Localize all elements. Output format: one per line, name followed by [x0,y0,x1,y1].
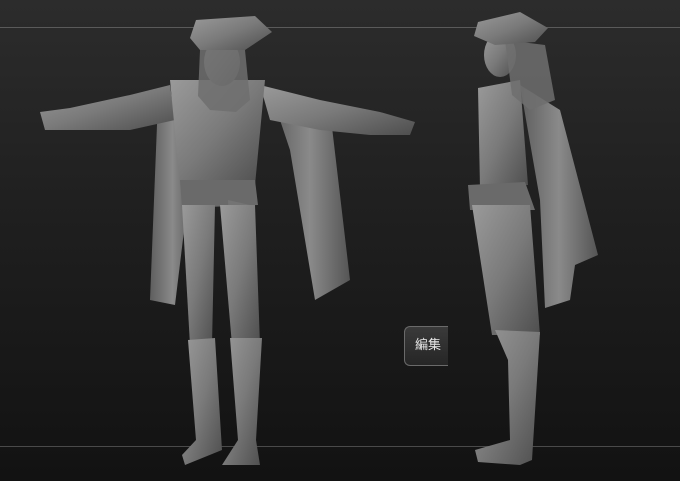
3d-viewport[interactable]: 編集 [0,0,680,481]
edit-tab-button[interactable]: 編集 [404,326,448,366]
model-side-view[interactable] [0,0,680,481]
edit-tab-label: 編集 [415,338,442,353]
